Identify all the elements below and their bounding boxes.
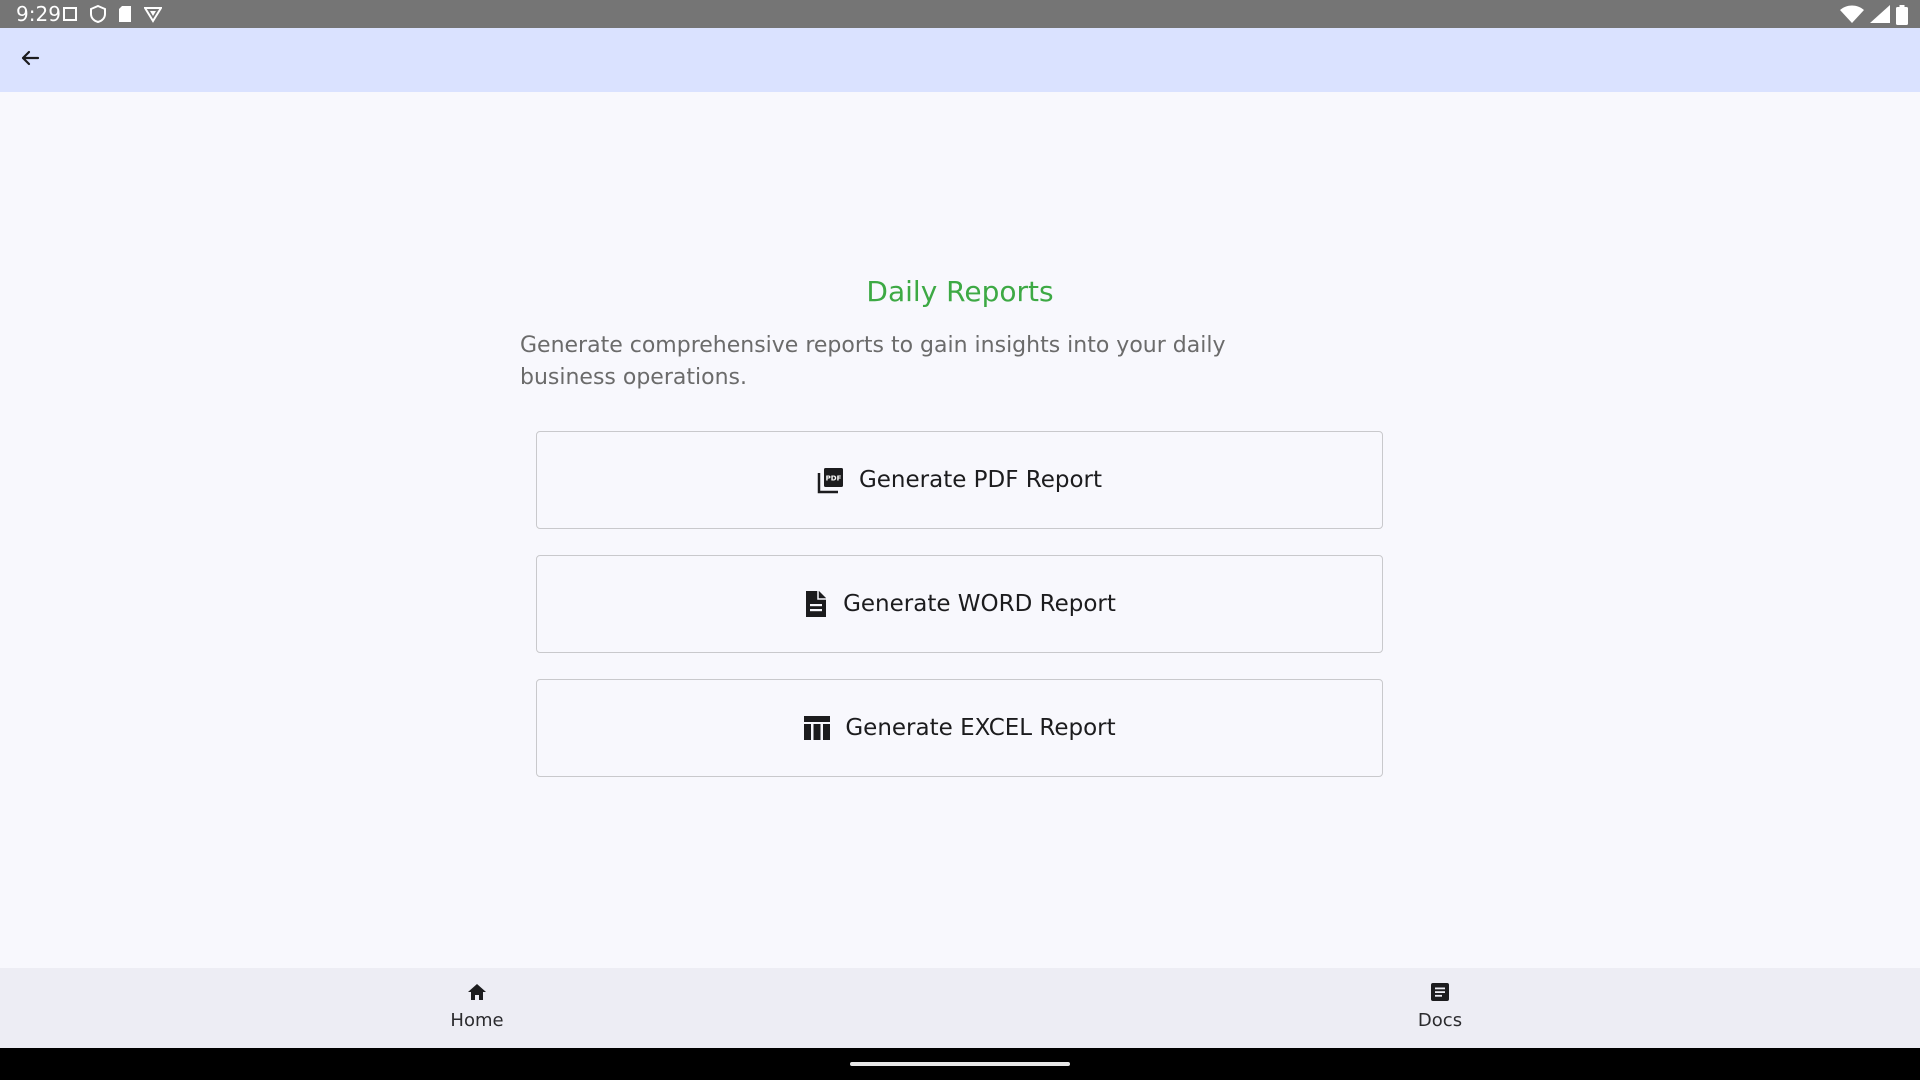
page-description: Generate comprehensive reports to gain i… — [520, 333, 1226, 390]
table-icon — [803, 715, 831, 741]
generate-word-report-label: Generate WORD Report — [843, 591, 1116, 617]
screen-icon — [62, 5, 78, 23]
generate-excel-report-label: Generate EXCEL Report — [845, 715, 1116, 741]
status-bar: 9:29 — [0, 0, 1920, 28]
arrow-left-icon — [20, 48, 40, 72]
nav-label-docs: Docs — [1417, 1010, 1463, 1031]
page-title: Daily Reports — [866, 275, 1054, 308]
status-left-icons — [62, 4, 174, 24]
svg-text:PDF: PDF — [826, 475, 842, 483]
bottom-navigation: Home Docs — [0, 968, 1920, 1048]
status-time: 9:29 — [16, 2, 61, 26]
top-app-bar — [0, 28, 1920, 92]
pdf-icon: PDF — [817, 466, 845, 494]
docs-icon — [1430, 980, 1450, 1004]
nav-item-home[interactable]: Home — [397, 968, 557, 1048]
home-icon — [467, 980, 487, 1004]
sd-card-icon — [118, 5, 132, 23]
back-button[interactable] — [10, 40, 50, 80]
generate-pdf-report-label: Generate PDF Report — [858, 467, 1103, 493]
system-gesture-bar — [0, 1048, 1920, 1080]
wifi-icon — [1840, 5, 1864, 23]
nav-label-home: Home — [450, 1010, 504, 1031]
generate-word-report-button[interactable]: Generate WORD Report — [536, 555, 1383, 653]
battery-icon — [1896, 5, 1908, 25]
generate-pdf-report-button[interactable]: PDF Generate PDF Report — [536, 431, 1383, 529]
generate-excel-report-button[interactable]: Generate EXCEL Report — [536, 679, 1383, 777]
nav-item-docs[interactable]: Docs — [1360, 968, 1520, 1048]
gesture-handle[interactable] — [850, 1062, 1070, 1066]
status-right-icons — [1834, 5, 1908, 25]
shield-icon — [90, 4, 106, 24]
main-content: Daily Reports Generate comprehensive rep… — [0, 92, 1920, 968]
vpn-badge-icon — [143, 5, 163, 23]
document-icon — [803, 590, 829, 618]
signal-icon — [1870, 5, 1890, 23]
